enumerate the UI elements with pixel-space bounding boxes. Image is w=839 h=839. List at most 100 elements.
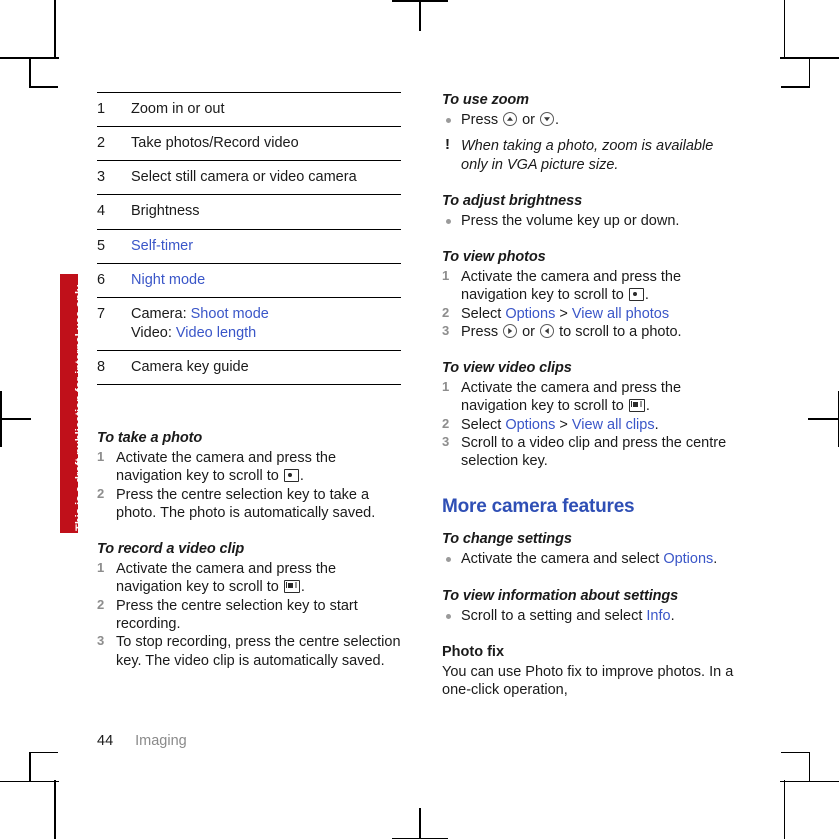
menu-link-view-all-photos[interactable]: View all photos [572, 306, 669, 322]
row-number: 6 [97, 262, 131, 298]
procedure-heading-use-zoom: To use zoom [442, 92, 529, 108]
step-text-after: . [654, 416, 659, 433]
nav-key-down-icon [540, 112, 555, 126]
row-label: Camera key guide [131, 349, 401, 386]
row-label: Brightness [131, 194, 401, 229]
row-label: Select still camera or video camera [131, 160, 401, 195]
cross-reference-link-video-length[interactable]: Video length [176, 325, 256, 341]
bullet-text: Press [461, 112, 503, 128]
step-text-after: to scroll to a photo. [555, 323, 682, 340]
step-text: Select [461, 305, 506, 322]
row-number: 2 [97, 126, 131, 161]
section-heading-more-camera-features: More camera features [442, 496, 635, 518]
step-text: To stop recording, press the centre sele… [116, 634, 401, 669]
procedure-heading-record-video: To record a video clip [97, 541, 245, 558]
cross-reference-link[interactable]: Night mode [131, 272, 205, 288]
right-column: To use zoom Press or . ! When taking a p… [442, 92, 742, 700]
note-text: When taking a photo, zoom is available o… [461, 138, 714, 173]
list-item: To stop recording, press the centre sele… [97, 633, 401, 670]
list-item: Press or . [442, 111, 742, 129]
list-item: Activate the camera and press the naviga… [442, 268, 742, 305]
camera-icon [283, 469, 299, 483]
table-row: 6 Night mode [97, 262, 401, 298]
row-number: 5 [97, 228, 131, 264]
nav-key-up-icon [503, 112, 518, 126]
camera-icon [628, 288, 644, 302]
row-number: 8 [97, 349, 131, 386]
row-label: Zoom in or out [131, 91, 401, 127]
nav-key-left-icon [540, 323, 555, 338]
page-number: 44 [97, 733, 114, 749]
list-item: Press the volume key up or down. [442, 212, 742, 230]
subsection-heading-photo-fix: Photo fix [442, 643, 505, 660]
list-item: Select Options > View all clips. [442, 416, 742, 434]
bullet-text-after: . [670, 607, 675, 624]
steps-view-video-clips: Activate the camera and press the naviga… [442, 379, 742, 470]
cross-reference-link[interactable]: Self-timer [131, 238, 193, 254]
row-number: 7 [97, 296, 131, 351]
photo-fix-body-text: You can use Photo fix to improve photos.… [442, 663, 734, 699]
table-row: 7 Camera: Shoot mode Video: Video length [97, 296, 401, 351]
procedure-heading-adjust-brightness: To adjust brightness [442, 192, 583, 209]
step-text: Scroll to a video clip and press the cen… [461, 434, 727, 470]
step-text-after: . [645, 398, 650, 415]
table-row: 5 Self-timer [97, 228, 401, 264]
steps-record-video: Activate the camera and press the naviga… [97, 560, 401, 670]
step-text: Press [461, 323, 503, 340]
menu-link-options[interactable]: Options [505, 417, 555, 433]
bullet-text: Activate the camera and select [461, 551, 664, 568]
note-block-zoom: ! When taking a photo, zoom is available… [442, 136, 742, 174]
list-item: Activate the camera and select Options. [442, 550, 742, 568]
list-item: Select Options > View all photos [442, 305, 742, 323]
bullet-text-after: . [713, 551, 718, 568]
menu-link-options[interactable]: Options [663, 551, 713, 567]
manual-page: 1 Zoom in or out 2 Take photos/Record vi… [0, 0, 839, 839]
list-item: Press or to scroll to a photo. [442, 323, 742, 341]
bullet-text: Scroll to a setting and select [461, 607, 647, 624]
camera-prefix: Camera: [131, 305, 191, 322]
list-item: Press the centre selection key to start … [97, 597, 401, 634]
procedure-heading-change-settings: To change settings [442, 531, 572, 548]
bullets-adjust-brightness: Press the volume key up or down. [442, 212, 742, 230]
list-item: Activate the camera and press the naviga… [97, 560, 401, 597]
row-number: 1 [97, 91, 131, 127]
list-item: Activate the camera and press the naviga… [442, 379, 742, 416]
bullets-use-zoom: Press or . [442, 111, 742, 129]
menu-link-view-all-clips[interactable]: View all clips [572, 417, 655, 433]
menu-link-options[interactable]: Options [505, 306, 555, 322]
step-text: Select [461, 416, 506, 433]
steps-view-photos: Activate the camera and press the naviga… [442, 268, 742, 341]
list-item: Activate the camera and press the naviga… [97, 449, 401, 486]
cross-reference-link-shoot-mode[interactable]: Shoot mode [191, 306, 269, 322]
row-label: Self-timer [131, 228, 401, 264]
table-row: 4 Brightness [97, 194, 401, 229]
video-camera-icon [283, 580, 300, 594]
step-text-middle: or [518, 323, 540, 340]
table-row: 1 Zoom in or out [97, 91, 401, 127]
video-camera-icon [628, 399, 645, 413]
step-separator: > [555, 305, 572, 322]
step-text: Press the centre selection key to start … [116, 597, 358, 632]
row-label: Night mode [131, 262, 401, 298]
bullets-view-information: Scroll to a setting and select Info. [442, 607, 742, 625]
chapter-name: Imaging [135, 733, 187, 749]
exclamation-icon: ! [445, 136, 450, 154]
steps-take-photo: Activate the camera and press the naviga… [97, 449, 401, 522]
bullet-text-after: . [555, 112, 560, 128]
table-row: 8 Camera key guide [97, 349, 401, 386]
step-separator: > [555, 416, 572, 433]
procedure-heading-view-video-clips: To view video clips [442, 360, 572, 377]
bullets-change-settings: Activate the camera and select Options. [442, 550, 742, 568]
procedure-heading-view-information: To view information about settings [442, 587, 679, 604]
menu-link-info[interactable]: Info [646, 608, 670, 624]
left-column: 1 Zoom in or out 2 Take photos/Record vi… [97, 91, 401, 670]
nav-key-right-icon [503, 323, 518, 338]
row-label: Take photos/Record video [131, 126, 401, 161]
table-row: 3 Select still camera or video camera [97, 160, 401, 195]
camera-reference-table: 1 Zoom in or out 2 Take photos/Record vi… [97, 91, 401, 386]
row-number: 4 [97, 194, 131, 229]
procedure-heading-take-photo: To take a photo [97, 430, 203, 447]
step-text: Press the centre selection key to take a… [116, 486, 376, 521]
step-text-after: . [299, 468, 304, 485]
step-text-after: . [300, 579, 305, 596]
